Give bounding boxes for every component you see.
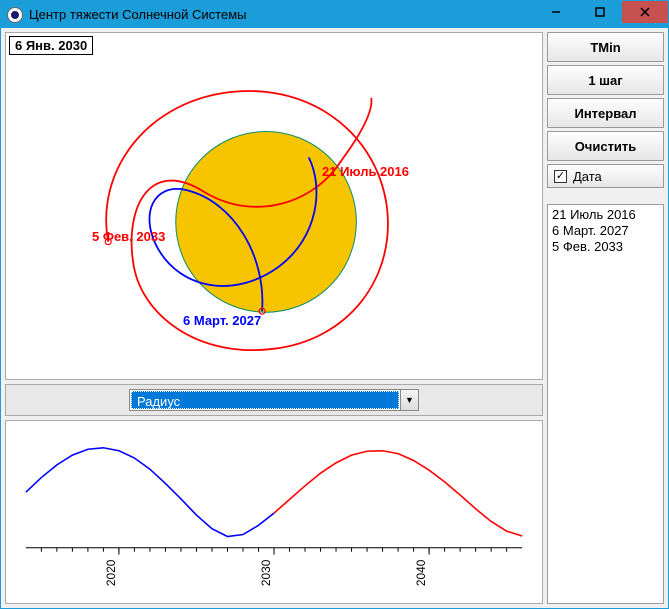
chevron-down-icon: ▼ — [400, 390, 418, 410]
window-controls — [534, 1, 668, 28]
orbit-canvas: 6 Янв. 2030 21 Июль 2016 6 Март. 2027 5 … — [5, 32, 543, 380]
side-panel: TMin 1 шаг Интервал Очистить ✓ Дата 21 И… — [547, 32, 664, 604]
maximize-button[interactable] — [578, 1, 622, 23]
close-button[interactable] — [622, 1, 668, 23]
window-body: 6 Янв. 2030 21 Июль 2016 6 Март. 2027 5 … — [1, 28, 668, 608]
date-checkbox[interactable]: ✓ — [554, 170, 567, 183]
chart-panel: 2020 2030 2040 — [5, 420, 543, 604]
date-checkbox-row[interactable]: ✓ Дата — [547, 164, 664, 188]
step-button[interactable]: 1 шаг — [547, 65, 664, 95]
orbit-svg — [6, 33, 542, 379]
app-window: Центр тяжести Солнечной Системы 6 Янв. 2… — [0, 0, 669, 609]
mode-dropdown[interactable]: Радиус ▼ — [129, 389, 419, 411]
minimize-icon — [551, 7, 561, 17]
clear-button[interactable]: Очистить — [547, 131, 664, 161]
interval-button[interactable]: Интервал — [547, 98, 664, 128]
date-listbox[interactable]: 21 Июль 20166 Март. 20275 Фев. 2033 — [547, 204, 664, 604]
tmin-button[interactable]: TMin — [547, 32, 664, 62]
chart-svg: 2020 2030 2040 — [6, 421, 542, 603]
svg-text:2020: 2020 — [104, 559, 118, 586]
main-area: 6 Янв. 2030 21 Июль 2016 6 Март. 2027 5 … — [5, 32, 543, 604]
label-start-date: 21 Июль 2016 — [322, 164, 409, 179]
close-icon — [639, 6, 651, 18]
window-title: Центр тяжести Солнечной Системы — [29, 7, 534, 22]
titlebar[interactable]: Центр тяжести Солнечной Системы — [1, 1, 668, 28]
label-mid-date: 6 Март. 2027 — [183, 313, 261, 328]
list-item[interactable]: 5 Фев. 2033 — [552, 239, 659, 255]
current-date-badge: 6 Янв. 2030 — [9, 36, 93, 55]
dropdown-selected: Радиус — [131, 391, 399, 409]
list-item[interactable]: 6 Март. 2027 — [552, 223, 659, 239]
svg-text:2030: 2030 — [259, 559, 273, 586]
date-checkbox-label: Дата — [573, 169, 602, 184]
dropdown-panel: Радиус ▼ — [5, 384, 543, 416]
sun-disk — [176, 132, 357, 313]
list-item[interactable]: 21 Июль 2016 — [552, 207, 659, 223]
app-icon — [7, 7, 23, 23]
maximize-icon — [595, 7, 605, 17]
label-end-date: 5 Фев. 2033 — [92, 229, 165, 244]
svg-text:2040: 2040 — [414, 559, 428, 586]
spacer — [547, 191, 664, 201]
minimize-button[interactable] — [534, 1, 578, 23]
